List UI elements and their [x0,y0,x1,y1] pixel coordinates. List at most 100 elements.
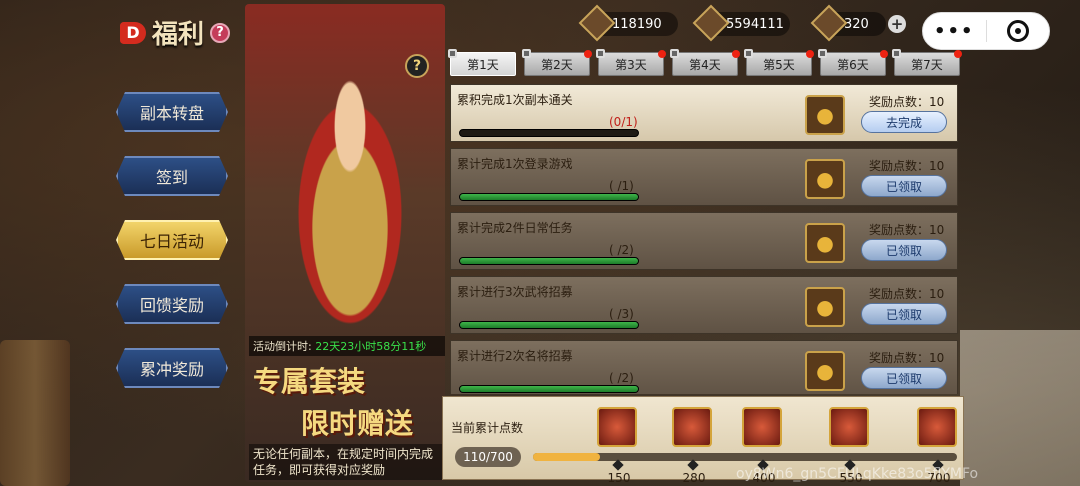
gold-ingot-icon [805,223,845,263]
task-name: 累积完成1次副本通关 [457,93,573,107]
gold-ingot-icon [805,95,845,135]
lock-icon [448,49,457,58]
gold-bar-counter: 5594111 [692,4,790,42]
countdown-value: 22天23小时58分11秒 [315,340,427,353]
lock-icon [892,49,901,58]
notification-dot-icon [954,50,962,58]
more-button[interactable]: ••• [923,21,986,42]
task-progress-text: ( /2) [609,243,634,257]
milestone-marker-icon [612,459,624,471]
task-progress-bar [459,321,639,329]
milestone-value: 280 [682,471,706,485]
tab-day-2[interactable]: 第2天 [522,49,592,76]
tab-label: 第7天 [911,57,943,72]
tab-label: 第2天 [541,57,573,72]
milestone-150[interactable]: 150 [597,407,641,485]
tab-label: 第3天 [615,57,647,72]
points-label: 当前累计点数 [451,421,524,435]
gold-ingot-icon [805,287,845,327]
gold-bar-value: 5594111 [726,16,784,32]
claimed-button[interactable]: 已领取 [861,175,947,197]
menu-item-dungeon-wheel[interactable]: 副本转盘 [116,92,228,132]
reward-points: 奖励点数：10 [869,95,945,109]
lock-icon [744,49,753,58]
progress-fill [460,194,638,200]
notification-dot-icon [584,50,592,58]
tab-day-3[interactable]: 第3天 [596,49,666,76]
notification-dot-icon [732,50,740,58]
event-description: 无论任何副本，在规定时间内完成任务，即可获得对应奖励 [249,444,445,480]
milestone-550[interactable]: 550 [829,407,873,485]
menu-item-recharge-reward[interactable]: 累冲奖励 [116,348,228,388]
tab-day-4[interactable]: 第4天 [670,49,740,76]
milestone-280[interactable]: 280 [672,407,716,485]
reward-points: 奖励点数：10 [869,287,945,301]
go-complete-button[interactable]: 去完成 [861,111,947,133]
tab-day-7[interactable]: 第7天 [892,49,962,76]
gem-value: 320 [844,16,869,32]
progress-fill [460,322,638,328]
side-menu: 副本转盘 签到 七日活动 回馈奖励 累冲奖励 [116,92,228,412]
golden-beast-icon [917,407,957,447]
title-text: 福利 [152,20,205,50]
task-progress-text: ( /2) [609,371,634,385]
task-row: 累计进行2次名将招募 ( /2) 奖励点数：10 已领取 [450,340,958,394]
add-gem-button[interactable]: + [888,15,906,33]
points-progress-fill [533,453,600,461]
general-illustration [275,54,425,344]
general-portrait-icon [597,407,637,447]
menu-item-seven-day[interactable]: 七日活动 [116,220,228,260]
task-progress-text: ( /1) [609,179,634,193]
notification-dot-icon [806,50,814,58]
reward-points: 奖励点数：10 [869,159,945,173]
mini-program-capsule: ••• [922,12,1050,50]
claimed-button[interactable]: 已领取 [861,239,947,261]
close-button[interactable] [987,20,1050,42]
close-ring-icon [1006,20,1029,42]
day-tabs: 第1天 第2天 第3天 第4天 第5天 第6天 第7天 [448,49,962,76]
milestone-700[interactable]: 700 [917,407,961,485]
claimed-button[interactable]: 已领取 [861,303,947,325]
countdown: 活动倒计时: 22天23小时58分11秒 [249,336,445,356]
claimed-button[interactable]: 已领取 [861,367,947,389]
gem-counter: 320 [810,4,886,42]
scroll-decoration [0,340,70,486]
tab-day-5[interactable]: 第5天 [744,49,814,76]
menu-item-feedback-reward[interactable]: 回馈奖励 [116,284,228,324]
tab-label: 第1天 [467,57,499,72]
hero-help-icon[interactable]: ? [405,54,429,78]
task-progress-text: ( /3) [609,307,634,321]
notification-dot-icon [658,50,666,58]
page-title: D 福利 ? [120,14,231,51]
coin-value: 118190 [612,16,662,32]
warhorse-icon [829,407,869,447]
milestone-marker-icon [687,459,699,471]
menu-item-sign-in[interactable]: 签到 [116,156,228,196]
armor-icon [742,407,782,447]
points-score: 110/700 [455,447,521,467]
task-progress-bar [459,129,639,137]
milestone-400[interactable]: 400 [742,407,786,485]
tab-label: 第4天 [689,57,721,72]
shuriken-icon [672,407,712,447]
lock-icon [522,49,531,58]
task-progress-text: (0/1) [609,115,638,129]
paper-decoration [960,330,1080,486]
tab-label: 第5天 [763,57,795,72]
task-row: 累计完成1次登录游戏 ( /1) 奖励点数：10 已领取 [450,148,958,206]
reward-points: 奖励点数：10 [869,223,945,237]
task-list: 累积完成1次副本通关 (0/1) 奖励点数：10 去完成 累计完成1次登录游戏 … [450,84,958,394]
task-name: 累计进行2次名将招募 [457,349,573,363]
gold-ingot-icon [805,351,845,391]
task-row: 累计进行3次武将招募 ( /3) 奖励点数：10 已领取 [450,276,958,334]
points-progress-bar [533,453,957,461]
coin-counter: 118190 [578,4,678,42]
task-name: 累计完成2件日常任务 [457,221,573,235]
task-name: 累计进行3次武将招募 [457,285,573,299]
tab-day-1[interactable]: 第1天 [448,49,516,76]
watermark: oy8Wn6_gn5CFULqKke83o5flYMFo [736,466,979,482]
notification-dot-icon [880,50,888,58]
progress-fill [460,386,638,392]
tab-day-6[interactable]: 第6天 [818,49,888,76]
help-icon[interactable]: ? [210,22,231,43]
